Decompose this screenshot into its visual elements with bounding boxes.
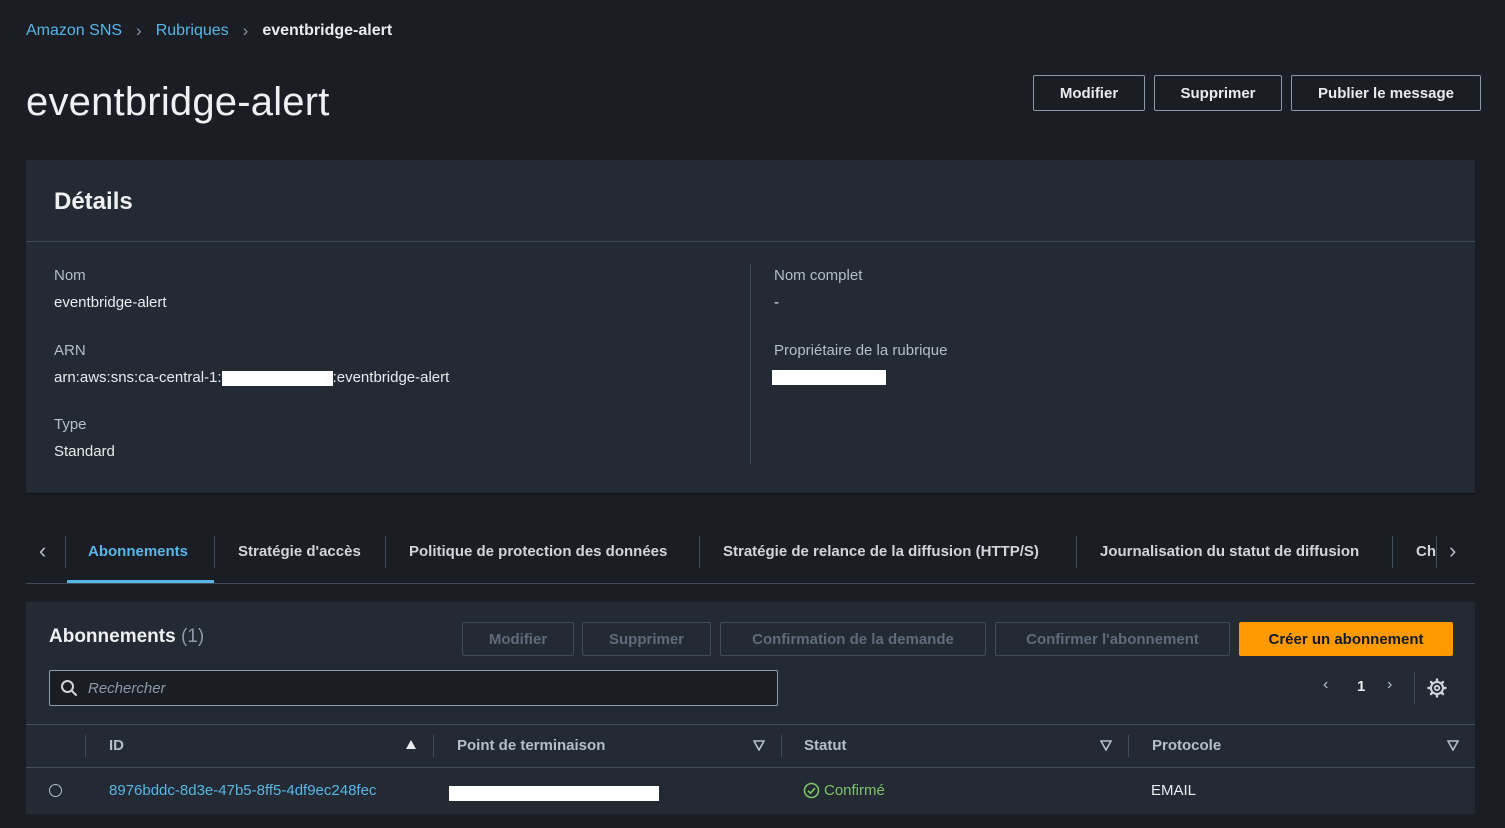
details-title: Détails (54, 188, 133, 215)
redacted-owner (772, 369, 886, 385)
breadcrumb: Amazon SNS › Rubriques › eventbridge-ale… (26, 21, 392, 41)
tab-divider (1076, 536, 1077, 568)
endpoint-value (449, 784, 659, 801)
tab-divider (699, 536, 700, 568)
delete-topic-button[interactable]: Supprimer (1154, 75, 1282, 111)
chevron-left-icon[interactable]: ‹ (1323, 676, 1328, 694)
search-field[interactable] (49, 670, 778, 706)
page-title: eventbridge-alert (26, 80, 330, 124)
details-panel: Détails Nom eventbridge-alert ARN arn:aw… (26, 160, 1475, 493)
subscriptions-count: (1) (180, 626, 205, 647)
table-header: ID Point de terminaison Statut Protocole (26, 724, 1475, 768)
edit-subscription-button[interactable]: Modifier (462, 622, 574, 656)
type-value: Standard (54, 443, 115, 460)
gear-icon[interactable] (1427, 678, 1447, 698)
tab-divider (1392, 536, 1393, 568)
fullname-value: - (774, 294, 779, 311)
details-header: Détails (26, 160, 1475, 242)
tab-delivery-logging[interactable]: Journalisation du statut de diffusion (1100, 520, 1359, 583)
sort-icon[interactable] (753, 739, 765, 751)
tab-divider (1436, 536, 1437, 568)
column-endpoint[interactable]: Point de terminaison (457, 737, 605, 754)
chevron-right-icon: › (136, 21, 142, 40)
pager-divider (1414, 672, 1415, 704)
breadcrumb-rubriques[interactable]: Rubriques (156, 22, 229, 40)
redacted-endpoint (449, 785, 659, 801)
table-row: 8976bddc-8d3e-47b5-8ff5-4df9ec248fec Con… (26, 768, 1475, 812)
arn-value: arn:aws:sns:ca-central-1: :eventbridge-al… (54, 369, 449, 386)
status-text: Confirmé (824, 782, 885, 799)
active-tab-indicator (67, 580, 214, 583)
tab-data-protection[interactable]: Politique de protection des données (409, 520, 667, 583)
column-divider (433, 735, 434, 757)
search-input[interactable] (86, 678, 750, 698)
tab-access-policy[interactable]: Stratégie d'accès (238, 520, 361, 583)
column-divider (781, 735, 782, 757)
breadcrumb-current: eventbridge-alert (262, 22, 393, 39)
search-icon (61, 680, 77, 696)
delete-subscription-button[interactable]: Supprimer (582, 622, 711, 656)
type-label: Type (54, 416, 87, 433)
tab-retry-policy[interactable]: Stratégie de relance de la diffusion (HT… (723, 520, 1039, 583)
sort-icon[interactable] (1447, 739, 1459, 751)
name-label: Nom (54, 267, 86, 284)
tab-divider (214, 536, 215, 568)
sort-ascending-icon[interactable] (405, 739, 417, 751)
breadcrumb-amazon-sns[interactable]: Amazon SNS (26, 22, 122, 40)
chevron-right-icon: › (242, 21, 249, 40)
tab-bar: ‹ Abonnements Stratégie d'accès Politiqu… (26, 520, 1475, 584)
tab-truncated[interactable]: Ch (1416, 520, 1436, 583)
subscriptions-title: Abonnements (1) (49, 626, 204, 648)
redacted-account-id (221, 370, 333, 386)
owner-label: Propriétaire de la rubrique (774, 342, 948, 359)
column-divider (750, 264, 751, 464)
column-status[interactable]: Statut (804, 737, 847, 754)
tab-divider (65, 536, 66, 568)
create-subscription-button[interactable]: Créer un abonnement (1239, 622, 1453, 656)
tab-divider (385, 536, 386, 568)
chevron-left-icon[interactable]: ‹ (39, 538, 46, 564)
tab-abonnements[interactable]: Abonnements (88, 520, 188, 583)
page-number[interactable]: 1 (1357, 678, 1365, 695)
owner-value (772, 368, 886, 385)
column-protocol[interactable]: Protocole (1152, 737, 1221, 754)
confirm-subscription-button[interactable]: Confirmer l'abonnement (995, 622, 1230, 656)
arn-label: ARN (54, 342, 86, 359)
fullname-label: Nom complet (774, 267, 863, 284)
column-id[interactable]: ID (109, 737, 124, 754)
edit-topic-button[interactable]: Modifier (1033, 75, 1145, 111)
name-value: eventbridge-alert (54, 294, 167, 311)
arn-prefix: arn:aws:sns:ca-central-1: (54, 369, 222, 386)
publish-message-button[interactable]: Publier le message (1291, 75, 1481, 111)
row-select-radio[interactable] (49, 784, 62, 797)
status-badge: Confirmé (803, 782, 885, 799)
chevron-right-icon[interactable]: › (1449, 538, 1456, 564)
arn-suffix: :eventbridge-alert (332, 369, 450, 386)
chevron-right-icon[interactable]: › (1387, 676, 1392, 694)
sort-icon[interactable] (1100, 739, 1112, 751)
protocol-value: EMAIL (1151, 782, 1197, 799)
column-divider (85, 735, 86, 757)
column-divider (1128, 735, 1129, 757)
subscription-id-link[interactable]: 8976bddc-8d3e-47b5-8ff5-4df9ec248fec (109, 782, 376, 799)
check-circle-icon (803, 782, 820, 799)
request-confirmation-button[interactable]: Confirmation de la demande (720, 622, 986, 656)
subscriptions-title-text: Abonnements (49, 626, 176, 647)
subscriptions-panel: Abonnements (1) Modifier Supprimer Confi… (26, 602, 1475, 814)
